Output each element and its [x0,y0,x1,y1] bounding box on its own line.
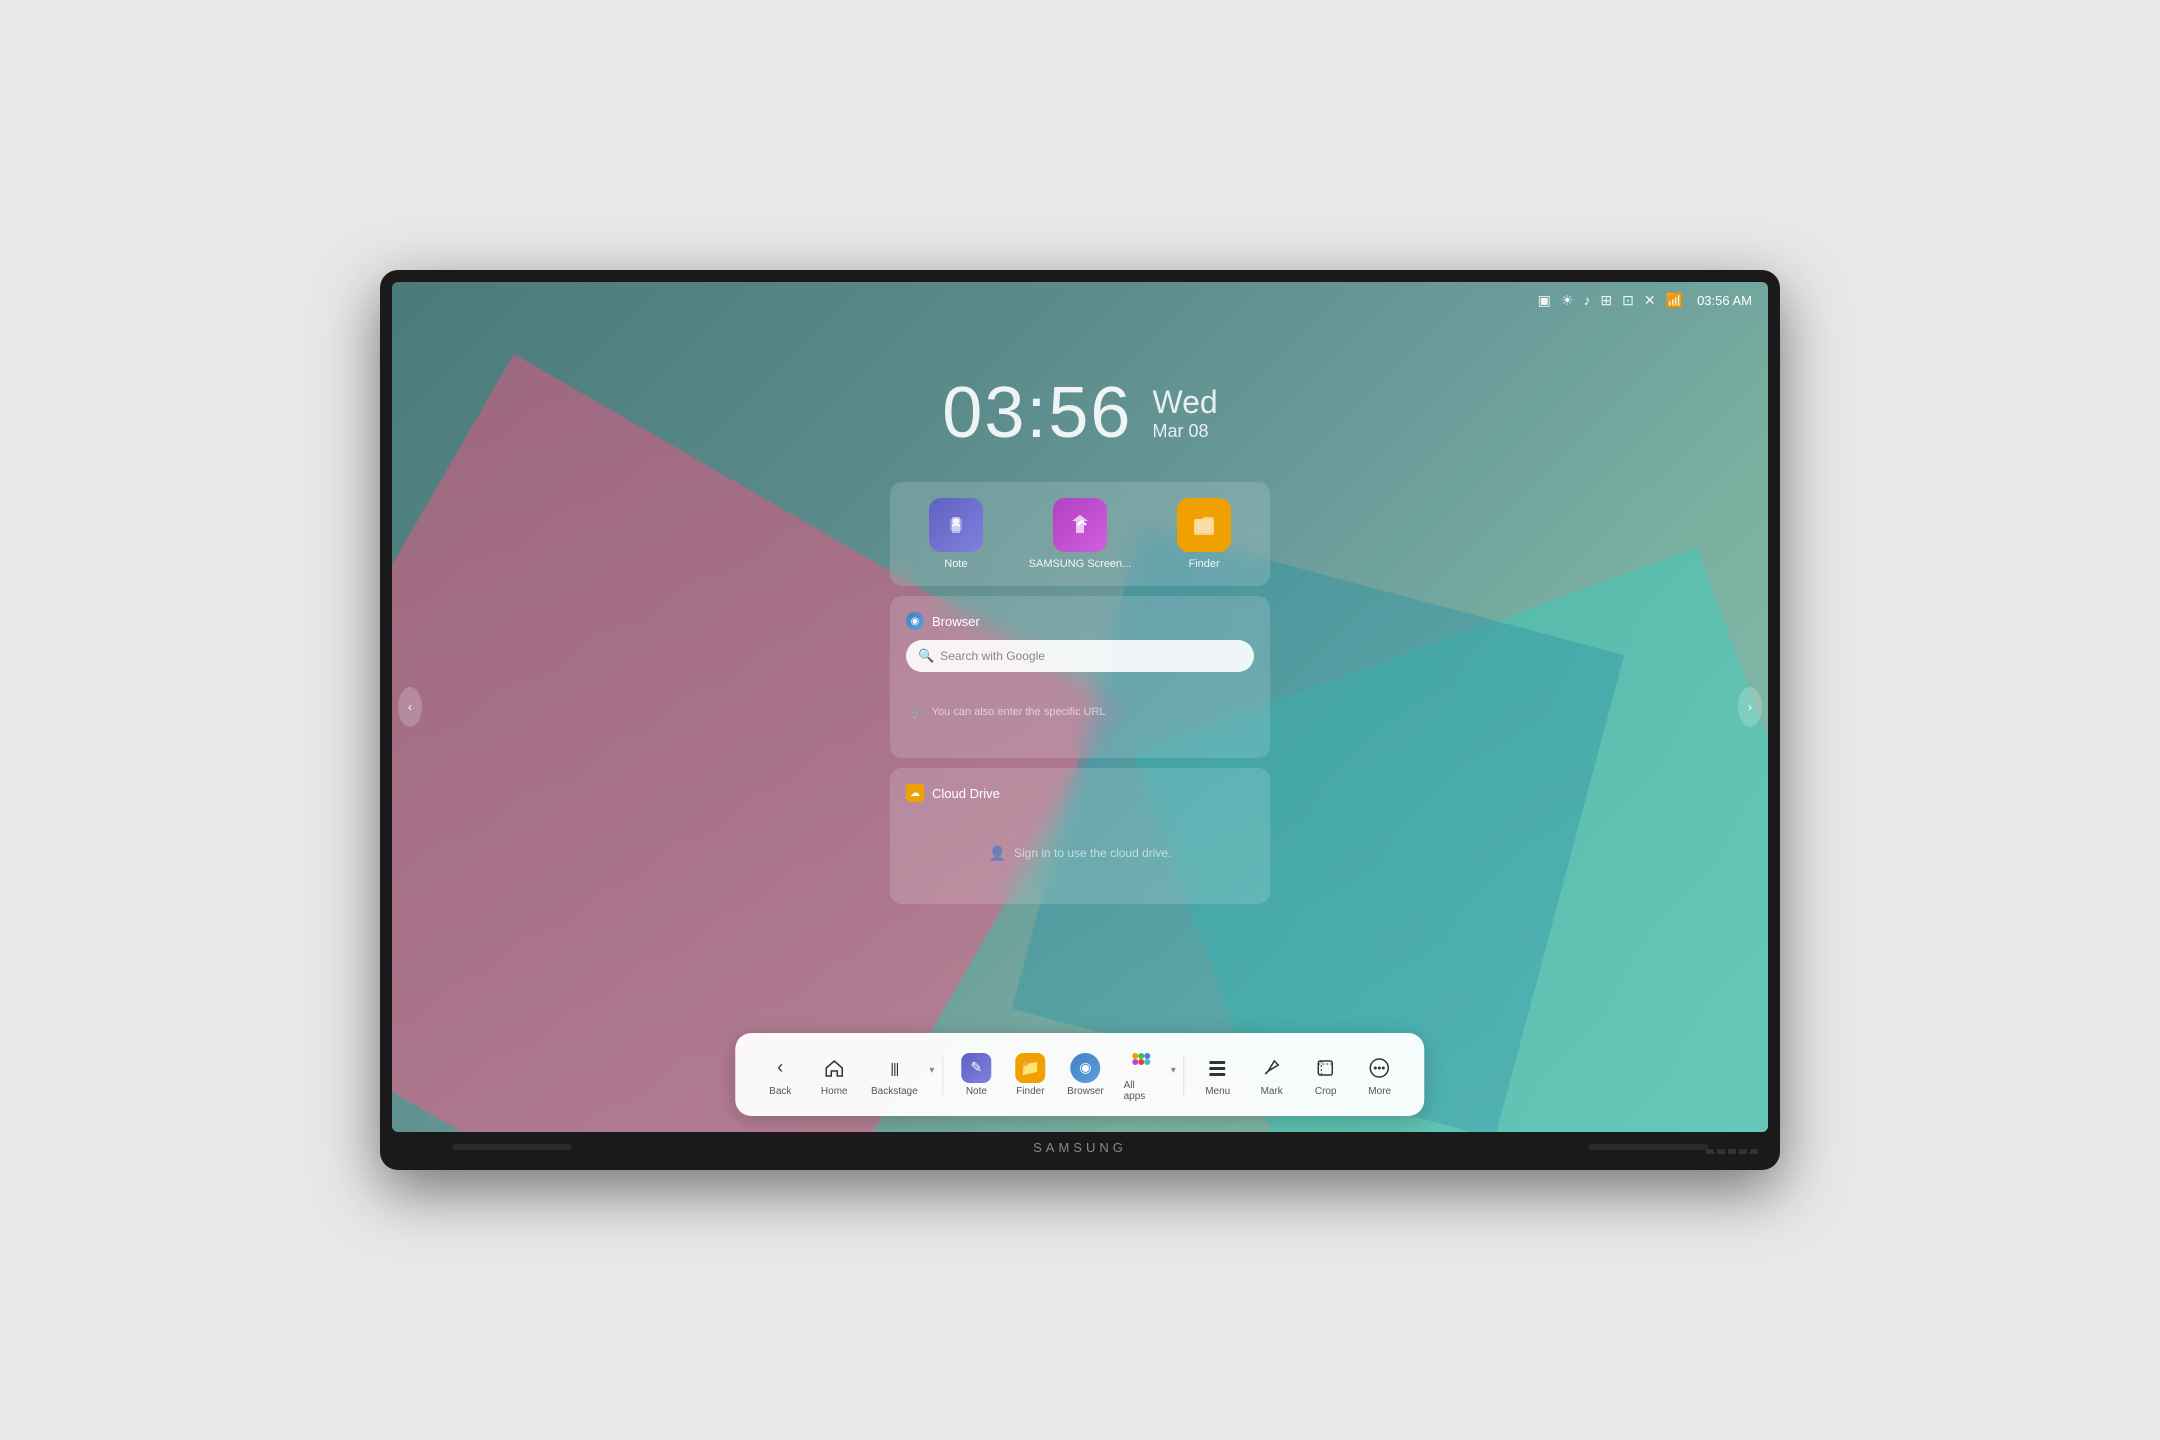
app-note[interactable]: Note [929,498,983,570]
browser-widget-title: Browser [932,614,980,629]
menu-label: Menu [1205,1086,1230,1097]
taskbar-home[interactable]: Home [809,1049,859,1101]
taskbar-more[interactable]: More [1355,1049,1405,1101]
browser-taskbar-icon: ◉ [1070,1053,1100,1083]
taskbar-browser[interactable]: ◉ Browser [1059,1049,1111,1101]
clock-date: Wed Mar 08 [1152,384,1217,442]
tv-bottom-bezel: SAMSUNG [392,1132,1768,1162]
taskbar-back[interactable]: ‹ Back [755,1049,805,1101]
port-area [1706,1149,1758,1154]
cloud-drive-icon: ☁ [906,784,924,802]
taskbar-backstage[interactable]: ||| Backstage [863,1049,925,1101]
tv-brand-label: SAMSUNG [1033,1140,1127,1155]
browser-widget-card: ◉ Browser 🔍 Search with Google 🔗 You can… [890,596,1270,758]
device-icon: ⊞ [1600,292,1612,309]
cast-icon: ⊡ [1622,292,1634,309]
clock-time: 03:56 [942,372,1132,454]
taskbar-allapps[interactable]: All apps [1116,1043,1167,1106]
note-app-icon [929,498,983,552]
taskbar-crop[interactable]: Crop [1301,1049,1351,1101]
home-label: Home [821,1086,848,1097]
port-3 [1728,1149,1736,1154]
volume-icon: ♪ [1583,292,1590,308]
more-label: More [1368,1086,1391,1097]
clock-month: Mar 08 [1152,421,1217,442]
samsung-screen-label: SAMSUNG Screen... [1029,558,1132,570]
brightness-icon: ☀ [1561,292,1574,309]
network-icon: ✕ [1644,292,1656,309]
mark-icon [1257,1053,1287,1083]
clock-day: Wed [1152,384,1217,421]
samsung-screen-icon [1053,498,1107,552]
left-arrow[interactable]: ‹ [398,687,422,727]
cloud-drive-card: ☁ Cloud Drive 👤 Sign in to use the cloud… [890,768,1270,904]
google-search-bar[interactable]: 🔍 Search with Google [906,640,1254,672]
taskbar-note[interactable]: ✎ Note [951,1049,1001,1101]
browser-small-icon: ◉ [906,612,924,630]
divider-1 [942,1055,943,1095]
menu-icon [1203,1053,1233,1083]
app-finder[interactable]: Finder [1177,498,1231,570]
speaker-left [452,1144,572,1150]
cloud-signin-area[interactable]: 👤 Sign in to use the cloud drive. [906,818,1254,888]
port-5 [1750,1149,1758,1154]
finder-taskbar-label: Finder [1016,1086,1044,1097]
note-taskbar-icon: ✎ [961,1053,991,1083]
more-icon [1365,1053,1395,1083]
crop-icon [1311,1053,1341,1083]
cloud-drive-title: Cloud Drive [932,786,1000,801]
finder-icon [1177,498,1231,552]
browser-content-area: 🔗 You can also enter the specific URL [906,682,1254,742]
allapps-chevron: ▾ [1171,1065,1176,1076]
port-2 [1717,1149,1725,1154]
tv-screen: ▣ ☀ ♪ ⊞ ⊡ ✕ 📶 03:56 AM 03:56 Wed Mar 08 [392,282,1768,1132]
back-label: Back [769,1086,791,1097]
divider-2 [1184,1055,1185,1095]
apps-card: Note SAMSUNG Screen... [890,482,1270,586]
wifi-icon: 📶 [1666,292,1683,309]
backstage-chevron: ▾ [929,1065,934,1076]
status-bar: ▣ ☀ ♪ ⊞ ⊡ ✕ 📶 03:56 AM [392,282,1768,318]
mark-label: Mark [1261,1086,1283,1097]
screen-icon: ▣ [1538,292,1551,309]
tv-frame: ▣ ☀ ♪ ⊞ ⊡ ✕ 📶 03:56 AM 03:56 Wed Mar 08 [380,270,1780,1170]
clock-widget: 03:56 Wed Mar 08 [942,372,1217,454]
allapps-taskbar-label: All apps [1124,1080,1159,1102]
browser-taskbar-label: Browser [1067,1086,1104,1097]
taskbar-finder[interactable]: 📁 Finder [1005,1049,1055,1101]
taskbar: ‹ Back Home ||| Backstage ▾ ✎ [735,1033,1424,1116]
backstage-icon: ||| [879,1053,909,1083]
browser-url-hint: You can also enter the specific URL [932,706,1106,718]
backstage-label: Backstage [871,1086,918,1097]
taskbar-menu[interactable]: Menu [1193,1049,1243,1101]
taskbar-mark[interactable]: Mark [1247,1049,1297,1101]
port-4 [1739,1149,1747,1154]
note-app-label: Note [944,558,967,570]
cloud-signin-text: Sign in to use the cloud drive. [1014,846,1171,860]
cloud-drive-header: ☁ Cloud Drive [906,784,1254,802]
back-icon: ‹ [765,1053,795,1083]
status-time: 03:56 AM [1697,293,1752,308]
port-1 [1706,1149,1714,1154]
search-icon: 🔍 [918,648,934,664]
home-icon [819,1053,849,1083]
browser-card-header: ◉ Browser [906,612,1254,630]
right-arrow[interactable]: › [1738,687,1762,727]
finder-taskbar-icon: 📁 [1015,1053,1045,1083]
finder-app-label: Finder [1189,558,1220,570]
app-samsung-screen[interactable]: SAMSUNG Screen... [1029,498,1132,570]
allapps-taskbar-icon [1126,1047,1156,1077]
crop-label: Crop [1315,1086,1337,1097]
widget-panel: Note SAMSUNG Screen... [890,482,1270,914]
search-placeholder-text: Search with Google [940,649,1045,663]
note-taskbar-label: Note [966,1086,987,1097]
speaker-right [1588,1144,1708,1150]
